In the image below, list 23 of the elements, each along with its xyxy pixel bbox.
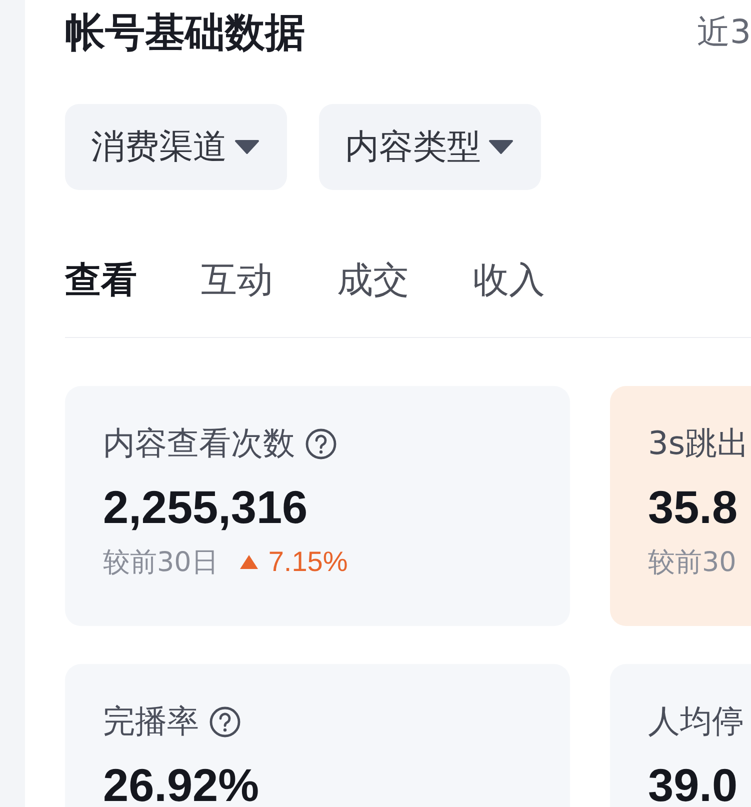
- metric-title: 3s跳出: [648, 423, 750, 464]
- change-value: 7.15%: [268, 546, 348, 578]
- compare-label: 较前30日: [103, 546, 218, 580]
- metric-value: 26.92%: [103, 758, 260, 807]
- metric-title: 人均停: [648, 701, 744, 742]
- tab[interactable]: 查看: [65, 256, 137, 305]
- caret-icon: [235, 140, 259, 154]
- compare-label: 较前30: [648, 546, 736, 580]
- tab[interactable]: 成交: [337, 256, 409, 305]
- filter-dropdown[interactable]: 内容类型: [319, 104, 541, 190]
- metric-title: 完播率: [103, 701, 199, 742]
- tab[interactable]: 互动: [201, 256, 273, 305]
- tab[interactable]: 收入: [473, 256, 545, 305]
- help-icon[interactable]: [209, 706, 241, 738]
- help-icon[interactable]: [305, 428, 337, 460]
- page-title: 帐号基础数据: [65, 8, 305, 58]
- filter-dropdown[interactable]: 消费渠道: [65, 104, 287, 190]
- date-range[interactable]: 近3: [697, 10, 751, 54]
- metric-value: 39.0: [648, 758, 739, 807]
- metric-value: 2,255,316: [103, 480, 309, 534]
- metric-title: 内容查看次数: [103, 423, 295, 464]
- caret-icon: [489, 140, 513, 154]
- metric-value: 35.8: [648, 480, 739, 534]
